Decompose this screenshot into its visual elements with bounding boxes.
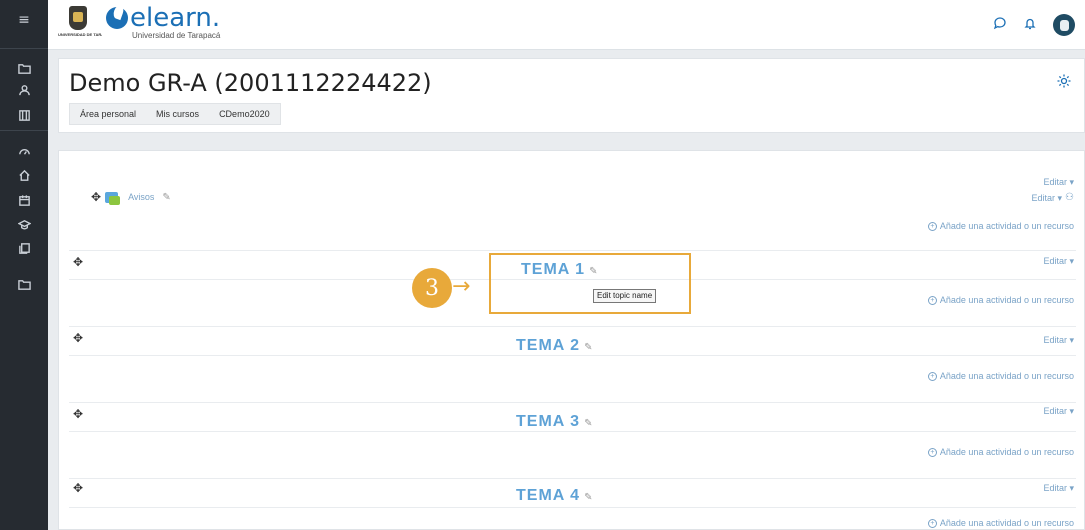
university-crest-logo[interactable]: UNIVERSIDAD DE TARAPACÁ [58,6,102,42]
topic-edit-menu[interactable]: Editar ▾ [1043,335,1074,346]
topic-title-text[interactable]: TEMA 3 [516,413,580,430]
pencil-icon[interactable]: ✎ [584,418,593,429]
plus-circle-icon: + [927,371,937,381]
user-menu-icons [993,14,1075,36]
activity-avisos[interactable]: ✥ Avisos ✎ [91,190,171,205]
crest-shield-icon [69,6,87,30]
elearn-logo-icon[interactable] [106,7,128,29]
activity-name[interactable]: Avisos [128,192,154,202]
add-activity-label: Añade una actividad o un recurso [939,371,1074,381]
add-activity-label: Añade una actividad o un recurso [939,295,1074,305]
home-icon[interactable] [0,165,48,185]
folder-icon[interactable] [0,274,48,294]
participants-icon[interactable] [0,80,48,100]
topic-title-text[interactable]: TEMA 2 [516,337,580,354]
forum-icon [105,191,121,205]
add-activity-link[interactable]: + Añade una actividad o un recurso [927,447,1074,457]
add-activity-label: Añade una actividad o un recurso [939,518,1074,528]
topic-title[interactable]: TEMA 2 ✎ [516,337,593,355]
files-icon[interactable] [0,238,48,258]
breadcrumb-item-mis-cursos[interactable]: Mis cursos [146,104,209,124]
pencil-icon[interactable]: ✎ [162,192,170,203]
add-activity-label: Añade una actividad o un recurso [939,221,1074,231]
top-navbar: UNIVERSIDAD DE TARAPACÁ elearn. Universi… [48,0,1085,50]
topic-title[interactable]: TEMA 3 ✎ [516,413,593,431]
breadcrumb-item-course[interactable]: CDemo2020 [209,104,280,124]
tooltip: Edit topic name [593,289,657,303]
grades-icon[interactable] [0,105,48,125]
plus-circle-icon: + [927,518,937,528]
move-icon[interactable]: ✥ [73,407,83,421]
plus-circle-icon: + [927,295,937,305]
step-number-badge: 3 [412,268,452,308]
activity-edit-menu[interactable]: Editar ▾ [1031,193,1062,204]
bell-icon[interactable] [1023,16,1037,35]
user-roles-icon[interactable]: ⚇ [1065,192,1074,203]
sidebar-divider [0,130,48,131]
menu-toggle-icon[interactable]: ≡ [0,10,48,30]
add-activity-link[interactable]: + Añade una actividad o un recurso [927,221,1074,231]
course-header: Demo GR-A (2001112224422) Área personal … [58,58,1085,133]
elearn-logo-text[interactable]: elearn. [130,3,220,33]
topic-title-text[interactable]: TEMA 4 [516,487,580,504]
topic-edit-menu[interactable]: Editar ▾ [1043,256,1074,267]
add-activity-link[interactable]: + Añade una actividad o un recurso [927,518,1074,528]
general-section-edit-menu[interactable]: Editar ▾ [1043,177,1074,188]
logo-subtitle: Universidad de Tarapacá [132,31,221,40]
add-activity-link[interactable]: + Añade una actividad o un recurso [927,371,1074,381]
plus-circle-icon: + [927,221,937,231]
pencil-icon[interactable]: ✎ [584,492,593,503]
page-title: Demo GR-A (2001112224422) [69,69,432,97]
annotation-highlight-box [489,253,691,314]
add-activity-link[interactable]: + Añade una actividad o un recurso [927,295,1074,305]
topic-edit-menu[interactable]: Editar ▾ [1043,406,1074,417]
add-activity-label: Añade una actividad o un recurso [939,447,1074,457]
calendar-icon[interactable] [0,190,48,210]
comment-icon[interactable] [993,16,1007,35]
dashboard-icon[interactable] [0,141,48,161]
crest-caption: UNIVERSIDAD DE TARAPACÁ [58,32,102,37]
folder-icon[interactable] [0,58,48,78]
graduation-cap-icon[interactable] [0,214,48,234]
pencil-icon[interactable]: ✎ [584,342,593,353]
move-icon[interactable]: ✥ [73,255,83,269]
topic-edit-menu[interactable]: Editar ▾ [1043,483,1074,494]
plus-circle-icon: + [927,447,937,457]
topic-title[interactable]: TEMA 4 ✎ [516,487,593,505]
move-icon[interactable]: ✥ [91,190,101,204]
sidebar: ≡ [0,0,48,530]
arrow-right-icon: → [452,274,471,299]
breadcrumb: Área personal Mis cursos CDemo2020 [69,103,281,125]
move-icon[interactable]: ✥ [73,481,83,495]
sidebar-divider [0,48,48,49]
move-icon[interactable]: ✥ [73,331,83,345]
course-content: Editar ▾ Editar ▾ ⚇ ✥ Avisos ✎ + Añade u… [58,150,1085,530]
breadcrumb-item-area-personal[interactable]: Área personal [70,104,146,124]
user-avatar[interactable] [1053,14,1075,36]
gear-icon[interactable] [1056,73,1072,94]
